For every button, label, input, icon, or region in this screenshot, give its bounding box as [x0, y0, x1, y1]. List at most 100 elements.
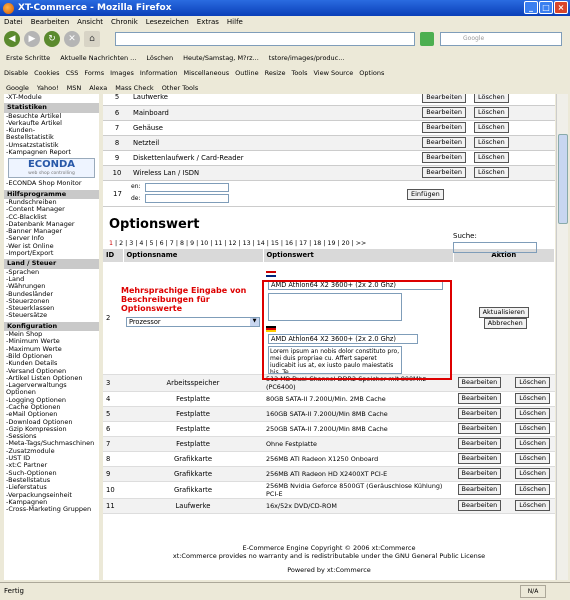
table-row: 10 Wireless Lan / ISDN Bearbeiten Löschen [103, 165, 555, 181]
scrollbar-thumb[interactable] [558, 134, 568, 224]
delete-button[interactable]: Löschen [474, 107, 509, 118]
seo-item[interactable]: Google [6, 84, 29, 92]
devbar-item[interactable]: Images [110, 69, 134, 77]
home-icon[interactable]: ⌂ [84, 31, 100, 47]
edit-button[interactable]: Bearbeiten [457, 438, 502, 449]
delete-button[interactable]: Löschen [515, 468, 550, 479]
menu-edit[interactable]: Bearbeiten [31, 18, 69, 26]
seo-item[interactable]: Alexa [89, 84, 107, 92]
menu-file[interactable]: Datei [4, 18, 23, 26]
devbar-item[interactable]: View Source [313, 69, 353, 77]
delete-button[interactable]: Löschen [515, 377, 550, 388]
delete-button[interactable]: Löschen [515, 393, 550, 404]
edit-button[interactable]: Bearbeiten [457, 484, 502, 495]
edit-button[interactable]: Bearbeiten [422, 137, 467, 148]
devbar-item[interactable]: Disable [4, 69, 28, 77]
devbar-item[interactable]: Miscellaneous [184, 69, 230, 77]
maximize-button[interactable]: □ [539, 1, 553, 14]
page-links[interactable]: | 2 | 3 | 4 | 5 | 6 | 7 | 8 | 9 | 10 | 1… [115, 240, 366, 247]
back-icon[interactable]: ◀ [4, 31, 20, 47]
add-button[interactable]: Einfügen [407, 188, 444, 200]
delete-button[interactable]: Löschen [474, 94, 509, 103]
page-current[interactable]: 1 [109, 240, 113, 247]
close-button[interactable]: × [554, 1, 568, 14]
edit-button[interactable]: Bearbeiten [422, 94, 467, 103]
seo-item[interactable]: Yahoo! [37, 84, 59, 92]
edit-button[interactable]: Bearbeiten [422, 167, 467, 178]
menu-extras[interactable]: Extras [197, 18, 219, 26]
delete-button[interactable]: Löschen [515, 423, 550, 434]
edit-button[interactable]: Bearbeiten [457, 423, 502, 434]
devbar-item[interactable]: Information [140, 69, 178, 77]
option-search-input[interactable] [453, 242, 537, 253]
row-actions: Bearbeiten Löschen [453, 406, 555, 422]
devbar-item[interactable]: CSS [66, 69, 79, 77]
row-id: 7 [103, 120, 131, 136]
devbar-item[interactable]: Tools [291, 69, 307, 77]
edit-button[interactable]: Bearbeiten [457, 500, 502, 511]
edit-button[interactable]: Bearbeiten [457, 377, 502, 388]
edit-button[interactable]: Bearbeiten [422, 152, 467, 163]
row-id: 10 [103, 481, 123, 499]
menu-bookmarks[interactable]: Lesezeichen [146, 18, 189, 26]
sidebar-link[interactable]: -Cross-Marketing Gruppen [4, 505, 99, 513]
option-name-de-input[interactable] [145, 193, 229, 203]
edit-button[interactable]: Bearbeiten [422, 107, 467, 118]
option-name-select[interactable]: Prozessor ▼ [126, 316, 260, 327]
delete-button[interactable]: Löschen [515, 453, 550, 464]
seo-item[interactable]: MSN [67, 84, 82, 92]
bookmark-item[interactable]: Heute/Samstag, M?rz... [183, 54, 259, 62]
row-actions: Bearbeiten Löschen [376, 120, 555, 136]
delete-button[interactable]: Löschen [515, 438, 550, 449]
delete-button[interactable]: Löschen [474, 122, 509, 133]
cancel-button[interactable]: Abbrechen [483, 317, 527, 329]
edit-button[interactable]: Bearbeiten [457, 408, 502, 419]
edit-button[interactable]: Bearbeiten [457, 393, 502, 404]
vertical-scrollbar[interactable] [556, 94, 568, 580]
delete-button[interactable]: Löschen [474, 137, 509, 148]
row-name: Grafikkarte [123, 466, 263, 482]
menu-history[interactable]: Chronik [111, 18, 138, 26]
option-name-en-input[interactable] [145, 182, 229, 192]
delete-button[interactable]: Löschen [474, 167, 509, 178]
window-titlebar: XT-Commerce - Mozilla Firefox _ □ × [0, 0, 570, 16]
sidebar-link[interactable]: -XT-Module [4, 94, 99, 101]
bookmark-item[interactable]: Erste Schritte [6, 54, 50, 62]
row-actions: Bearbeiten Löschen [453, 391, 555, 407]
sidebar-link[interactable]: -ECONDA Shop Monitor [4, 180, 99, 188]
menu-help[interactable]: Hilfe [227, 18, 243, 26]
edit-button[interactable]: Bearbeiten [457, 453, 502, 464]
sidebar-link[interactable]: -Import/Export [4, 249, 99, 257]
table-row: 11 Laufwerke 16x/52x DVD/CD-ROM Bearbeiten L… [103, 498, 555, 514]
devbar-item[interactable]: Cookies [34, 69, 59, 77]
status-zone: N/A [520, 585, 546, 598]
bookmark-item[interactable]: Löschen [146, 54, 173, 62]
forward-icon[interactable]: ▶ [24, 31, 40, 47]
go-button[interactable] [420, 32, 434, 46]
highlight-box [262, 280, 452, 380]
search-input[interactable]: Google [440, 32, 562, 46]
minimize-button[interactable]: _ [524, 1, 538, 14]
devbar-item[interactable]: Options [359, 69, 384, 77]
delete-button[interactable]: Löschen [515, 408, 550, 419]
seo-item[interactable]: Mass Check [115, 84, 153, 92]
seo-item[interactable]: Other Tools [162, 84, 199, 92]
devbar-item[interactable]: Outline [235, 69, 259, 77]
devbar-item[interactable]: Forms [84, 69, 104, 77]
bookmark-item[interactable]: Aktuelle Nachrichten ... [60, 54, 136, 62]
url-input[interactable] [115, 32, 415, 46]
delete-button[interactable]: Löschen [474, 152, 509, 163]
delete-button[interactable]: Löschen [515, 484, 550, 495]
devbar-item[interactable]: Resize [265, 69, 286, 77]
reload-icon[interactable]: ↻ [44, 31, 60, 47]
footer-powered: Powered by xt:Commerce [287, 566, 371, 574]
sidebar-link[interactable]: -Kampagnen Report [4, 148, 99, 156]
stop-icon[interactable]: ✕ [64, 31, 80, 47]
sidebar-link[interactable]: -Steuersätze [4, 312, 99, 320]
bookmark-item[interactable]: tstore/images/produc... [269, 54, 345, 62]
edit-button[interactable]: Bearbeiten [457, 468, 502, 479]
edit-button[interactable]: Bearbeiten [422, 122, 467, 133]
update-button[interactable]: Aktualisieren [478, 306, 529, 318]
delete-button[interactable]: Löschen [515, 500, 550, 511]
menu-view[interactable]: Ansicht [77, 18, 103, 26]
